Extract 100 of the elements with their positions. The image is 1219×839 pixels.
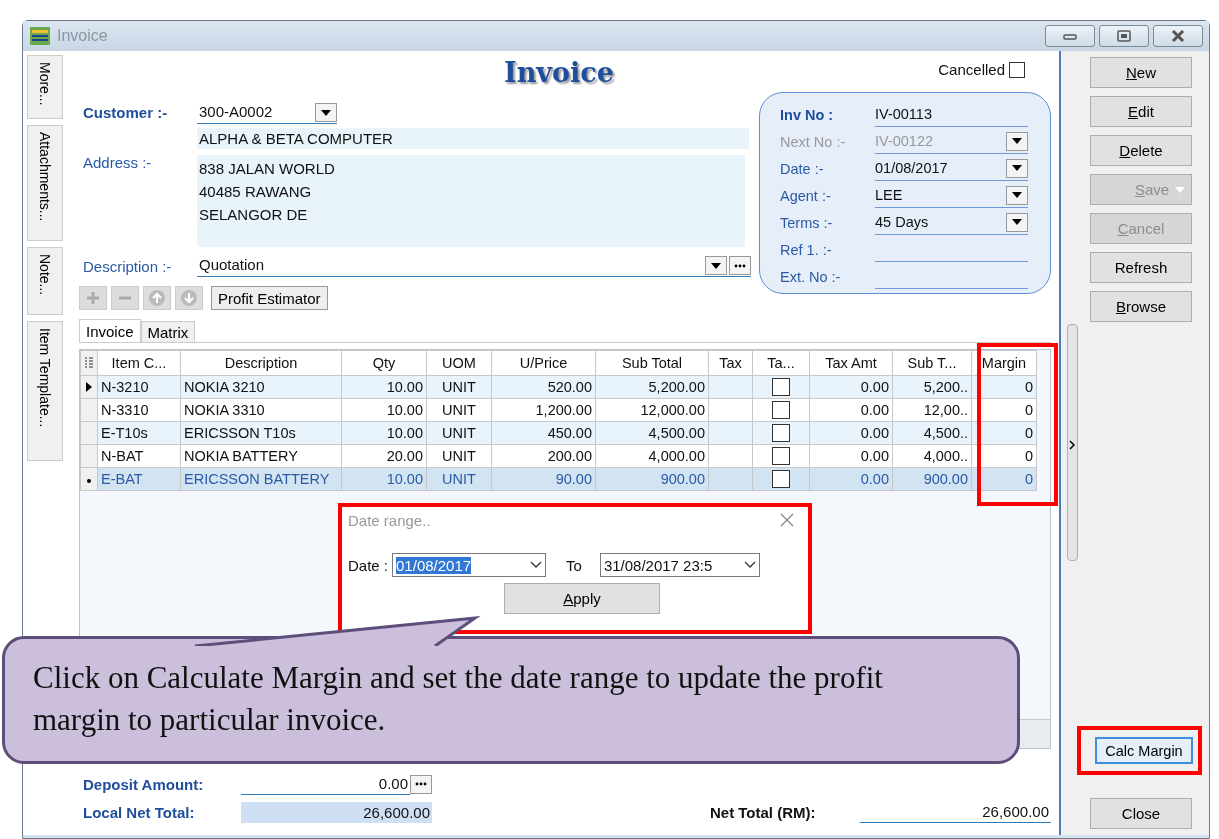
- close-form-button[interactable]: Close: [1090, 798, 1192, 829]
- field-label: Ext. No :-: [780, 268, 842, 285]
- field-label: Address :-: [82, 153, 153, 173]
- table-cell: UNIT: [426, 444, 492, 468]
- cancelled-label: Cancelled: [938, 61, 1005, 78]
- action-button[interactable]: Edit: [1090, 96, 1192, 127]
- caret-icon: [1012, 219, 1022, 225]
- table-cell: 0.00: [809, 398, 893, 422]
- deposit-amount-field[interactable]: 0.00: [241, 773, 410, 795]
- date-label: Date :: [348, 556, 389, 574]
- tab[interactable]: Matrix: [140, 321, 196, 342]
- table-cell: 12,000.00: [595, 398, 709, 422]
- input-field[interactable]: 01/08/2017: [875, 156, 1028, 181]
- column-header[interactable]: Sub T...: [892, 350, 972, 376]
- caret-icon: [321, 109, 331, 116]
- column-header[interactable]: Tax Amt: [809, 350, 893, 376]
- table-cell: 0: [971, 398, 1037, 422]
- dropdown-button[interactable]: [1006, 212, 1028, 232]
- profit-estimator-button[interactable]: Profit Estimator: [211, 286, 328, 310]
- column-header[interactable]: Item C...: [97, 350, 181, 376]
- table-cell: N-3310: [97, 398, 181, 422]
- apply-button[interactable]: Apply: [504, 583, 660, 614]
- caret-icon: [1175, 187, 1185, 193]
- action-button[interactable]: Refresh: [1090, 252, 1192, 283]
- side-tab[interactable]: Item Template...: [27, 321, 63, 461]
- column-header[interactable]: Tax: [708, 350, 753, 376]
- dialog-title: Date range..: [348, 511, 431, 529]
- calc-margin-button[interactable]: Calc Margin: [1095, 737, 1193, 764]
- table-cell: NOKIA BATTERY: [180, 444, 342, 468]
- input-field[interactable]: IV-00113: [875, 102, 1028, 127]
- net-total-field: 26,600.00: [859, 801, 1051, 823]
- caret-icon: [1012, 192, 1022, 198]
- dropdown-button[interactable]: [315, 103, 337, 122]
- tax-checkbox[interactable]: [772, 447, 790, 466]
- table-cell: NOKIA 3210: [180, 375, 342, 399]
- tax-checkbox[interactable]: [772, 470, 790, 489]
- input-field[interactable]: 45 Days: [875, 210, 1028, 235]
- side-tab[interactable]: Attachments...: [27, 125, 63, 241]
- maximize-button[interactable]: [1099, 25, 1149, 47]
- table-cell: 900.00: [595, 467, 709, 491]
- column-header[interactable]: UOM: [426, 350, 492, 376]
- to-label: To: [566, 556, 582, 574]
- dropdown-button[interactable]: [705, 256, 727, 275]
- table-cell: 4,500.00: [595, 421, 709, 445]
- dropdown-button[interactable]: [1006, 158, 1028, 178]
- to-date-field[interactable]: 31/08/2017 23:5: [599, 553, 760, 577]
- field-label: Ref 1. :-: [780, 241, 833, 258]
- column-menu-icon: [84, 356, 94, 368]
- column-header[interactable]: Qty: [341, 350, 427, 376]
- more-button[interactable]: [410, 774, 432, 794]
- chevron-right-icon[interactable]: [1069, 440, 1075, 450]
- field-label: Date :-: [780, 160, 825, 177]
- column-header[interactable]: Description: [180, 350, 342, 376]
- scrollbar-thumb[interactable]: [1067, 324, 1078, 561]
- table-cell: 4,000..: [892, 444, 972, 468]
- from-date-field[interactable]: 01/08/2017: [392, 553, 547, 577]
- customer-field[interactable]: 300-A0002: [197, 101, 337, 124]
- column-header[interactable]: Sub Total: [595, 350, 709, 376]
- field-label: Customer :-: [82, 103, 169, 123]
- description-field[interactable]: Quotation: [197, 255, 751, 277]
- table-cell: UNIT: [426, 398, 492, 422]
- table-cell: 20.00: [341, 444, 427, 468]
- row-dot-icon: [86, 478, 92, 484]
- company-name-field[interactable]: ALPHA & BETA COMPUTER: [197, 128, 749, 149]
- table-cell: 5,200.00: [595, 375, 709, 399]
- field-label: Terms :-: [780, 214, 834, 231]
- close-icon[interactable]: [780, 513, 794, 527]
- tab[interactable]: Invoice: [79, 319, 141, 342]
- minimize-icon: [1063, 32, 1077, 40]
- dropdown-button[interactable]: [1006, 185, 1028, 205]
- side-tab[interactable]: More...: [27, 55, 63, 119]
- column-header[interactable]: U/Price: [491, 350, 596, 376]
- table-cell: N-BAT: [97, 444, 181, 468]
- cancelled-checkbox[interactable]: [1009, 61, 1025, 78]
- local-net-total-label: Local Net Total:: [82, 803, 196, 821]
- more-button[interactable]: [729, 256, 751, 275]
- table-cell: NOKIA 3310: [180, 398, 342, 422]
- side-tab[interactable]: Note...: [27, 247, 63, 315]
- chevron-down-icon: [530, 561, 543, 569]
- tax-checkbox[interactable]: [772, 401, 790, 420]
- form-heading: Invoice: [503, 56, 615, 90]
- tax-checkbox[interactable]: [772, 378, 790, 397]
- input-field[interactable]: LEE: [875, 183, 1028, 208]
- action-button[interactable]: New: [1090, 57, 1192, 88]
- tax-checkbox[interactable]: [772, 424, 790, 443]
- field-label: Description :-: [82, 257, 173, 277]
- minimize-button[interactable]: [1045, 25, 1095, 47]
- deposit-label: Deposit Amount:: [82, 775, 205, 793]
- chevron-down-icon: [743, 561, 756, 569]
- action-button[interactable]: Delete: [1090, 135, 1192, 166]
- action-button[interactable]: Browse: [1090, 291, 1192, 322]
- table-cell: ERICSSON T10s: [180, 421, 342, 445]
- column-header[interactable]: Margin: [971, 350, 1037, 376]
- local-net-total-field: 26,600.00: [240, 801, 432, 823]
- table-cell: 200.00: [491, 444, 596, 468]
- column-header[interactable]: Ta...: [752, 350, 810, 376]
- field-label: Inv No :: [780, 106, 835, 123]
- close-button[interactable]: [1153, 25, 1203, 47]
- maximize-icon: [1117, 30, 1131, 42]
- address-field[interactable]: 838 JALAN WORLD 40485 RAWANG SELANGOR DE: [197, 155, 745, 247]
